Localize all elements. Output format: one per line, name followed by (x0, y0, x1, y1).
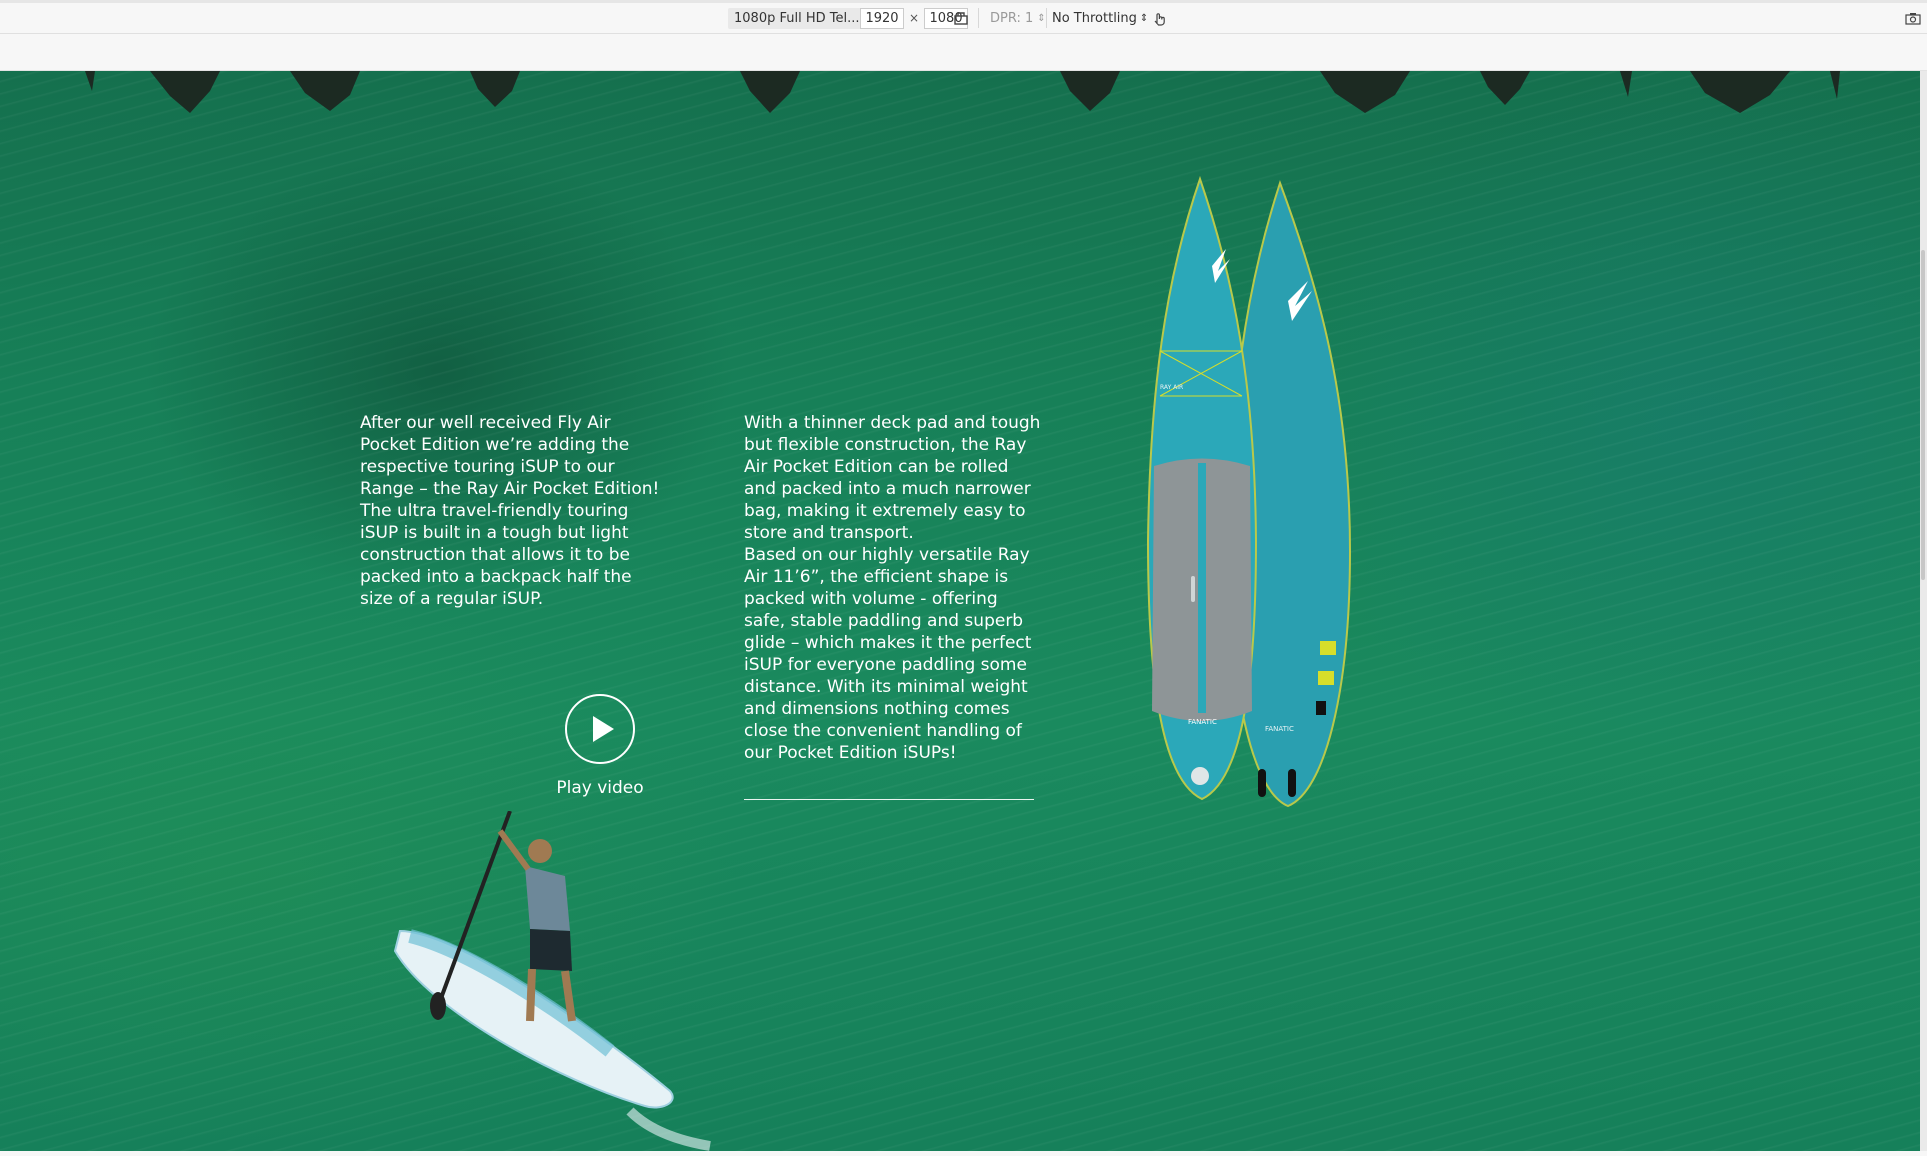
chevron-updown-icon: ⇕ (1037, 12, 1046, 24)
sep-1 (978, 7, 979, 29)
devtools-toolbar: 1080p Full HD Tel... 1920 × 1080 DPR: 1 … (0, 0, 1927, 34)
page-scrollbar[interactable] (1920, 71, 1927, 1151)
rotate-icon[interactable] (950, 8, 972, 28)
detail-text: With a thinner deck pad and tough but fl… (744, 412, 1044, 764)
scrollbar-thumb[interactable] (1921, 250, 1925, 580)
play-icon (593, 716, 614, 742)
paddler-image (393, 811, 711, 1151)
detail-paragraph-2: Based on our highly versatile Ray Air 11… (744, 545, 1032, 763)
times-sign: × (909, 11, 920, 25)
touch-group (1148, 7, 1170, 29)
play-video-button[interactable] (565, 694, 635, 764)
sep-2 (1046, 7, 1047, 29)
devtools-strip (0, 34, 1927, 71)
width-input[interactable]: 1920 (860, 7, 904, 29)
device-select-group: 1080p Full HD Tel... (728, 7, 866, 29)
sup-boards-image: FANATIC RAY AIR FANATIC (1146, 175, 1352, 808)
touch-icon[interactable] (1148, 8, 1170, 28)
board-brand-front: FANATIC (1188, 718, 1217, 726)
intro-paragraph: After our well received Fly Air Pocket E… (360, 413, 660, 609)
dpr-group: DPR: 1 ⇕ (990, 7, 1046, 29)
device-select[interactable]: 1080p Full HD Tel... (728, 7, 866, 29)
throttle-group: No Throttling ⇕ (1052, 7, 1148, 29)
page-viewport: After our well received Fly Air Pocket E… (0, 71, 1920, 1151)
board-deck-label: RAY AIR (1160, 384, 1183, 391)
tree-silhouettes (85, 71, 1840, 113)
throttling-select[interactable]: No Throttling (1052, 11, 1137, 26)
board-front: RAY AIR FANATIC (1146, 175, 1258, 801)
dpr-select[interactable]: DPR: 1 (990, 11, 1033, 26)
detail-paragraph-1: With a thinner deck pad and tough but fl… (744, 413, 1041, 543)
screenshot-group (1902, 7, 1924, 29)
text-divider (744, 799, 1034, 800)
screenshot-icon[interactable] (1902, 8, 1924, 28)
board-brand-back: FANATIC (1265, 725, 1294, 733)
rotate-group (950, 7, 972, 29)
play-video-label[interactable]: Play video (520, 778, 680, 798)
